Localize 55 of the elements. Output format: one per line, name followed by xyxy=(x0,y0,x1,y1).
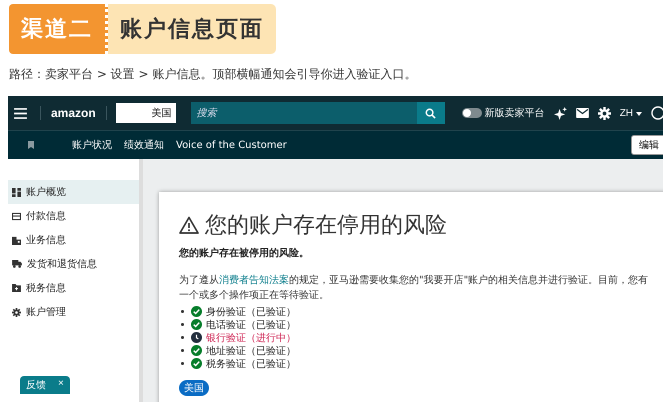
menu-icon[interactable] xyxy=(14,108,27,118)
check-circle-icon xyxy=(191,319,202,330)
region-badge: 美国 xyxy=(179,380,209,396)
building-icon xyxy=(12,236,21,244)
sidebar-item[interactable]: 税务信息 xyxy=(8,276,139,300)
bullet-icon xyxy=(181,336,184,339)
bullet-icon xyxy=(181,349,184,352)
bullet-icon xyxy=(181,362,184,365)
card-title: 您的账户存在停用的风险 xyxy=(205,212,447,240)
page-title: 账户信息页面 xyxy=(108,4,276,54)
nav-link[interactable]: 账户状况 xyxy=(72,138,112,152)
logo[interactable]: amazon xyxy=(40,106,107,120)
gear-icon xyxy=(12,308,21,316)
search-button[interactable] xyxy=(416,102,445,124)
card-icon xyxy=(12,212,21,220)
search-field[interactable]: 搜索 xyxy=(190,102,417,124)
search-icon xyxy=(425,108,436,118)
nav-link[interactable]: Voice of the Customer xyxy=(176,140,287,150)
warning-icon xyxy=(179,216,199,234)
bullet-icon xyxy=(181,310,184,313)
settings-icon[interactable] xyxy=(598,106,611,120)
notice-text: 为了遵从消费者告知法案的规定，亚马逊需要收集您的"我要开店"账户的相关信息并进行验证。目前，您有一个或多个操作项正在等待验证。 xyxy=(179,274,650,302)
edit-button[interactable]: 编辑 xyxy=(631,135,663,155)
feedback-button[interactable]: 反馈 × xyxy=(20,376,70,394)
country-selector[interactable]: 美国 xyxy=(116,103,176,123)
check-circle-icon xyxy=(191,358,202,369)
verification-item: 税务验证（已验证） xyxy=(206,358,296,370)
sidebar-item[interactable]: 账户管理 xyxy=(8,300,139,324)
bullet-icon xyxy=(181,323,184,326)
mail-icon[interactable] xyxy=(576,108,589,118)
bookmark-icon[interactable] xyxy=(28,141,34,149)
sidebar-item[interactable]: 业务信息 xyxy=(8,228,139,252)
card-subtitle: 您的账户存在被停用的风险。 xyxy=(179,246,310,260)
verification-item: 地址验证（已验证） xyxy=(206,344,296,358)
path-text: 路径：卖家平台 > 设置 > 账户信息。顶部横幅通知会引导你进入验证入口。 xyxy=(9,66,418,83)
sidebar-item[interactable]: 发货和退货信息 xyxy=(8,252,139,276)
sidebar-item[interactable]: 账户概览 xyxy=(8,180,139,204)
language-selector[interactable]: ZH xyxy=(620,108,642,118)
nav-link[interactable]: 绩效通知 xyxy=(124,138,164,152)
folder-icon xyxy=(12,284,21,292)
check-circle-icon xyxy=(191,345,202,356)
grid-icon xyxy=(12,188,21,196)
sidebar-item[interactable]: 付款信息 xyxy=(8,204,139,228)
verification-item: 银行验证（进行中） xyxy=(206,332,296,344)
caret-icon xyxy=(636,112,642,116)
channel-tag: 渠道二 xyxy=(9,4,108,54)
clock-icon xyxy=(191,332,202,343)
toggle-label: 新版卖家平台 xyxy=(484,106,545,120)
verification-item: 电话验证（已验证） xyxy=(206,318,296,332)
truck-icon xyxy=(12,260,22,268)
sparkle-icon[interactable] xyxy=(554,106,567,120)
check-circle-icon xyxy=(191,306,202,317)
law-link[interactable]: 消费者告知法案 xyxy=(219,275,289,286)
toggle-switch[interactable] xyxy=(462,108,482,118)
verification-item: 身份验证（已验证） xyxy=(206,306,296,318)
